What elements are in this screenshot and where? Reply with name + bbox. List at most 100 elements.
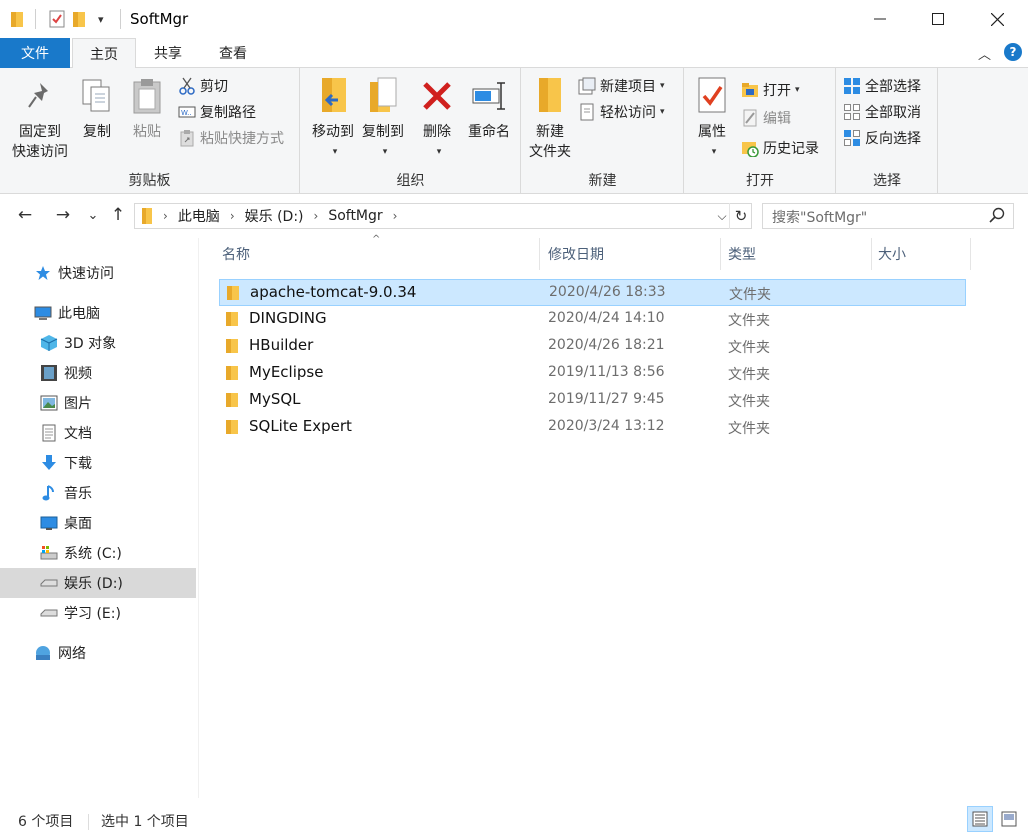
copy-to-button[interactable]: 复制到 ▾ [355, 74, 411, 162]
open-icon [741, 81, 759, 99]
search-box[interactable]: 搜索"SoftMgr" [762, 203, 1014, 229]
select-all-button[interactable]: 全部选择 [843, 74, 921, 98]
column-header-name[interactable]: 名称 [219, 238, 540, 270]
nav-item-downloads[interactable]: 下载 [0, 448, 196, 478]
help-icon[interactable]: ? [1004, 43, 1022, 61]
file-row[interactable]: MyEclipse 2019/11/13 8:56 文件夹 [219, 360, 966, 387]
close-button[interactable] [967, 0, 1027, 38]
new-folder-quick-icon[interactable] [72, 8, 86, 30]
customize-toolbar-icon[interactable]: ▾ [98, 8, 104, 30]
file-name: MySQL [249, 390, 301, 408]
breadcrumb-separator[interactable]: › [393, 209, 398, 223]
folder-icon[interactable] [10, 8, 24, 30]
edit-button[interactable]: 编辑 [741, 106, 791, 130]
history-icon [741, 139, 759, 157]
invert-selection-label: 反向选择 [865, 131, 921, 147]
nav-item-3d-objects[interactable]: 3D 对象 [0, 328, 196, 358]
breadcrumb-softmgr[interactable]: SoftMgr [328, 208, 382, 224]
clipboard-group: 固定到 快速访问 复制 粘贴 剪切 W.. 复制路径 粘贴快捷方式 剪贴板 [0, 68, 300, 194]
large-icons-view-button[interactable] [996, 806, 1022, 832]
properties-quick-icon[interactable] [48, 8, 66, 30]
details-view-button[interactable] [967, 806, 993, 832]
breadcrumb-separator[interactable]: › [163, 209, 168, 223]
file-date: 2020/4/26 18:33 [549, 284, 666, 300]
nav-item-videos[interactable]: 视频 [0, 358, 196, 388]
nav-label: 网络 [58, 646, 86, 662]
column-header-size[interactable]: 大小 [873, 238, 971, 270]
edit-icon [741, 109, 759, 127]
file-row[interactable]: MySQL 2019/11/27 9:45 文件夹 [219, 387, 966, 414]
search-placeholder: 搜索"SoftMgr" [772, 210, 868, 226]
new-item-button[interactable]: 新建项目 ▾ [578, 74, 665, 98]
search-icon[interactable] [989, 207, 1005, 227]
nav-item-desktop[interactable]: 桌面 [0, 508, 196, 538]
nav-item-this-pc[interactable]: 此电脑 [0, 298, 196, 328]
paste-shortcut-button[interactable]: 粘贴快捷方式 [178, 126, 284, 150]
nav-item-drive-e[interactable]: 学习 (E:) [0, 598, 196, 628]
breadcrumb-drive-d[interactable]: 娱乐 (D:) [245, 206, 304, 226]
tab-share[interactable]: 共享 [138, 38, 198, 68]
file-date: 2020/4/24 14:10 [548, 310, 665, 326]
nav-item-documents[interactable]: 文档 [0, 418, 196, 448]
file-row[interactable]: DINGDING 2020/4/24 14:10 文件夹 [219, 306, 966, 333]
nav-label: 此电脑 [58, 306, 100, 322]
nav-item-pictures[interactable]: 图片 [0, 388, 196, 418]
file-type: 文件夹 [728, 367, 770, 383]
copy-path-button[interactable]: W.. 复制路径 [178, 100, 256, 124]
collapse-ribbon-icon[interactable]: ︿ [978, 44, 991, 63]
nav-item-drive-c[interactable]: 系统 (C:) [0, 538, 196, 568]
column-header-type[interactable]: 类型 [722, 238, 872, 270]
up-button[interactable]: ↑ [106, 202, 130, 228]
pin-label-line2: 快速访问 [12, 144, 68, 160]
select-none-button[interactable]: 全部取消 [843, 100, 921, 124]
breadcrumb-separator[interactable]: › [230, 209, 235, 223]
file-type: 文件夹 [728, 394, 770, 410]
file-row[interactable]: apache-tomcat-9.0.34 2020/4/26 18:33 文件夹 [219, 279, 966, 306]
new-item-label: 新建项目 [600, 79, 656, 95]
back-button[interactable]: ← [12, 202, 38, 228]
file-row[interactable]: HBuilder 2020/4/26 18:21 文件夹 [219, 333, 966, 360]
tab-view[interactable]: 查看 [202, 38, 264, 68]
pin-to-quick-access-button[interactable]: 固定到 快速访问 [8, 74, 72, 162]
nav-item-network[interactable]: 网络 [0, 638, 196, 668]
minimize-button[interactable] [850, 0, 910, 38]
breadcrumb-separator[interactable]: › [314, 209, 319, 223]
properties-label: 属性 [698, 124, 726, 140]
file-row[interactable]: SQLite Expert 2020/3/24 13:12 文件夹 [219, 414, 966, 441]
maximize-button[interactable] [908, 0, 968, 38]
move-to-button[interactable]: 移动到 ▾ [305, 74, 361, 162]
open-button[interactable]: 打开 ▾ [741, 78, 800, 102]
nav-item-drive-d[interactable]: 娱乐 (D:) [0, 568, 196, 598]
nav-item-quick-access[interactable]: 快速访问 [0, 258, 196, 288]
folder-icon [225, 338, 239, 358]
column-header-date[interactable]: 修改日期 [541, 238, 721, 270]
rename-button[interactable]: 重命名 [463, 74, 515, 142]
select-all-icon [843, 77, 861, 95]
properties-button[interactable]: 属性 ▾ [691, 74, 733, 162]
address-bar[interactable]: › 此电脑 › 娱乐 (D:) › SoftMgr › [134, 203, 752, 229]
history-button[interactable]: 历史记录 [741, 136, 819, 160]
copy-to-label: 复制到 [362, 124, 404, 140]
recent-locations-button[interactable]: ⌄ [84, 202, 102, 228]
copy-button[interactable]: 复制 [76, 74, 118, 142]
folder-icon [225, 365, 239, 385]
copy-path-label: 复制路径 [200, 105, 256, 121]
cut-button[interactable]: 剪切 [178, 74, 228, 98]
nav-label: 文档 [64, 426, 92, 442]
tab-file[interactable]: 文件 [0, 38, 70, 68]
delete-button[interactable]: 删除 ▾ [417, 74, 457, 162]
new-folder-button[interactable]: 新建 文件夹 [524, 74, 576, 162]
breadcrumb-this-pc[interactable]: 此电脑 [178, 206, 220, 226]
star-icon [34, 264, 52, 282]
paste-button[interactable]: 粘贴 [124, 74, 170, 142]
invert-selection-button[interactable]: 反向选择 [843, 126, 921, 150]
column-header-label: 类型 [728, 247, 756, 263]
easy-access-button[interactable]: 轻松访问 ▾ [578, 100, 665, 124]
tab-home[interactable]: 主页 [72, 38, 136, 69]
forward-button[interactable]: → [50, 202, 76, 228]
refresh-button[interactable]: ↻ [729, 203, 752, 229]
nav-label: 桌面 [64, 516, 92, 532]
file-name: DINGDING [249, 309, 327, 327]
nav-label: 视频 [64, 366, 92, 382]
nav-item-music[interactable]: 音乐 [0, 478, 196, 508]
